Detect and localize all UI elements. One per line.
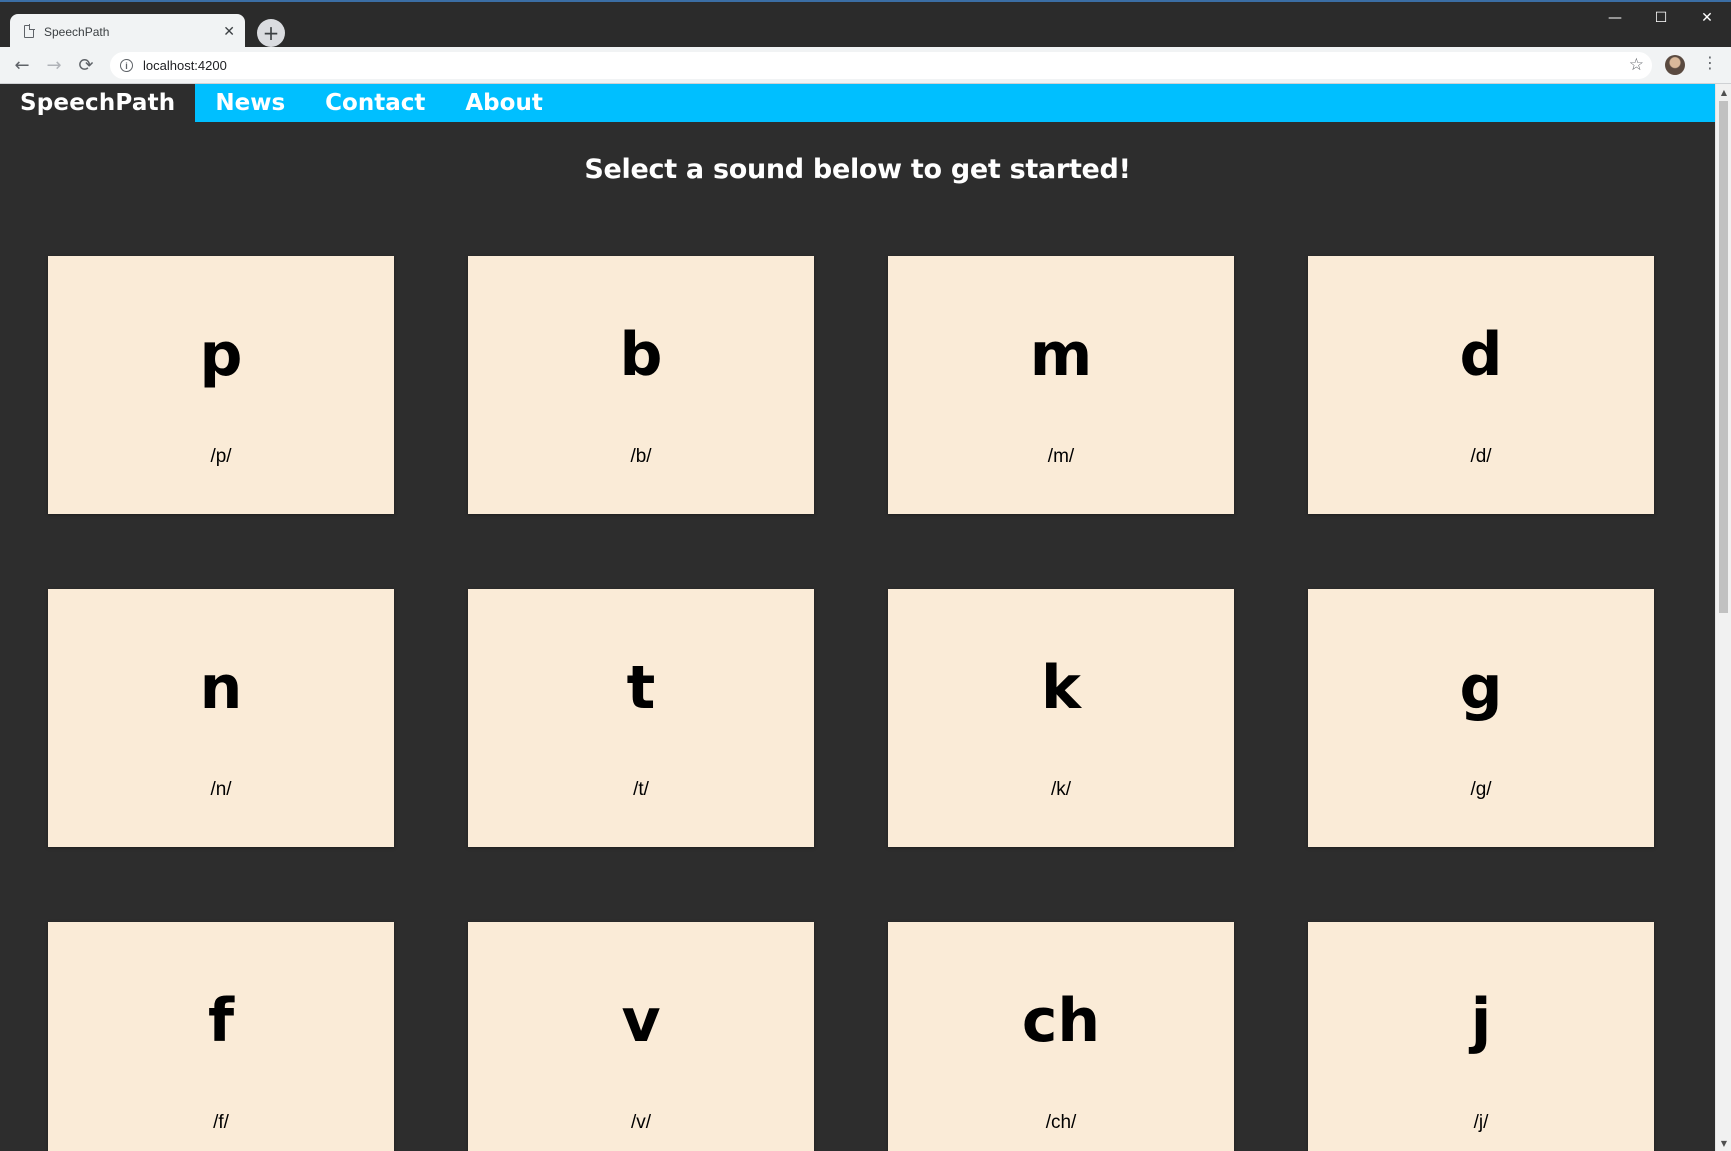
sound-symbol: k xyxy=(1041,653,1081,723)
sound-ipa: /m/ xyxy=(1047,446,1075,467)
url-text: localhost:4200 xyxy=(143,58,227,73)
sound-grid: p /p/ b /b/ m /m/ d /d/ n /n/ t /t/ k /k… xyxy=(48,256,1668,1151)
browser-tab[interactable]: SpeechPath ✕ xyxy=(10,14,245,49)
brand-logo[interactable]: SpeechPath xyxy=(0,84,196,122)
profile-avatar[interactable] xyxy=(1665,55,1685,75)
page-viewport: SpeechPath News Contact About Select a s… xyxy=(0,84,1715,1151)
nav-link-about[interactable]: About xyxy=(445,84,562,122)
scrollbar-thumb[interactable] xyxy=(1719,101,1728,613)
sound-card-j[interactable]: j /j/ xyxy=(1308,922,1654,1151)
sound-ipa: /g/ xyxy=(1470,779,1492,800)
sound-symbol: j xyxy=(1470,986,1492,1056)
sound-symbol: ch xyxy=(1021,986,1101,1056)
nav-link-contact[interactable]: Contact xyxy=(305,84,445,122)
site-info-icon[interactable]: i xyxy=(120,59,133,72)
tab-close-icon[interactable]: ✕ xyxy=(223,24,235,40)
sound-ipa: /p/ xyxy=(210,446,232,467)
tab-title: SpeechPath xyxy=(44,24,110,39)
address-bar[interactable]: i localhost:4200 ☆ xyxy=(110,52,1652,79)
minimize-button[interactable]: — xyxy=(1592,6,1638,30)
browser-menu-icon[interactable]: ⋮ xyxy=(1702,53,1718,72)
reload-button[interactable]: ⟳ xyxy=(74,53,98,77)
site-navbar: SpeechPath News Contact About xyxy=(0,84,1715,122)
sound-ipa: /b/ xyxy=(630,446,652,467)
sound-ipa: /f/ xyxy=(213,1112,229,1133)
sound-symbol: t xyxy=(626,653,656,723)
sound-ipa: /d/ xyxy=(1470,446,1492,467)
sound-card-k[interactable]: k /k/ xyxy=(888,589,1234,847)
close-window-button[interactable]: ✕ xyxy=(1684,6,1730,30)
sound-symbol: g xyxy=(1459,653,1503,723)
sound-card-f[interactable]: f /f/ xyxy=(48,922,394,1151)
browser-toolbar: ← → ⟳ i localhost:4200 ☆ ⋮ xyxy=(0,47,1731,84)
nav-link-news[interactable]: News xyxy=(195,84,305,122)
bookmark-star-icon[interactable]: ☆ xyxy=(1629,55,1644,75)
sound-ipa: /v/ xyxy=(630,1112,652,1133)
forward-button[interactable]: → xyxy=(42,53,66,77)
browser-window: SpeechPath ✕ + — ☐ ✕ ← → ⟳ i localhost:4… xyxy=(0,0,1731,1151)
sound-ipa: /t/ xyxy=(633,779,649,800)
sound-ipa: /n/ xyxy=(210,779,232,800)
sound-card-g[interactable]: g /g/ xyxy=(1308,589,1654,847)
sound-card-t[interactable]: t /t/ xyxy=(468,589,814,847)
sound-card-m[interactable]: m /m/ xyxy=(888,256,1234,514)
sound-symbol: v xyxy=(621,986,661,1056)
new-tab-button[interactable]: + xyxy=(257,19,285,47)
sound-ipa: /j/ xyxy=(1473,1112,1489,1133)
page-icon xyxy=(24,24,35,38)
scroll-up-arrow-icon[interactable]: ▲ xyxy=(1716,84,1731,100)
scroll-down-arrow-icon[interactable]: ▼ xyxy=(1716,1135,1731,1151)
maximize-button[interactable]: ☐ xyxy=(1638,6,1684,30)
sound-symbol: p xyxy=(199,320,243,390)
sound-ipa: /k/ xyxy=(1050,779,1072,800)
page-scrollbar[interactable]: ▲ ▼ xyxy=(1715,84,1731,1151)
sound-symbol: n xyxy=(199,653,243,723)
page-headline: Select a sound below to get started! xyxy=(584,154,1131,185)
back-button[interactable]: ← xyxy=(10,53,34,77)
sound-ipa: /ch/ xyxy=(1045,1112,1077,1133)
sound-card-v[interactable]: v /v/ xyxy=(468,922,814,1151)
sound-card-n[interactable]: n /n/ xyxy=(48,589,394,847)
sound-symbol: d xyxy=(1459,320,1503,390)
sound-symbol: b xyxy=(619,320,663,390)
title-bar: SpeechPath ✕ + — ☐ ✕ xyxy=(0,0,1731,49)
sound-symbol: f xyxy=(207,986,235,1056)
sound-card-b[interactable]: b /b/ xyxy=(468,256,814,514)
sound-card-ch[interactable]: ch /ch/ xyxy=(888,922,1234,1151)
sound-card-d[interactable]: d /d/ xyxy=(1308,256,1654,514)
sound-symbol: m xyxy=(1029,320,1093,390)
sound-card-p[interactable]: p /p/ xyxy=(48,256,394,514)
